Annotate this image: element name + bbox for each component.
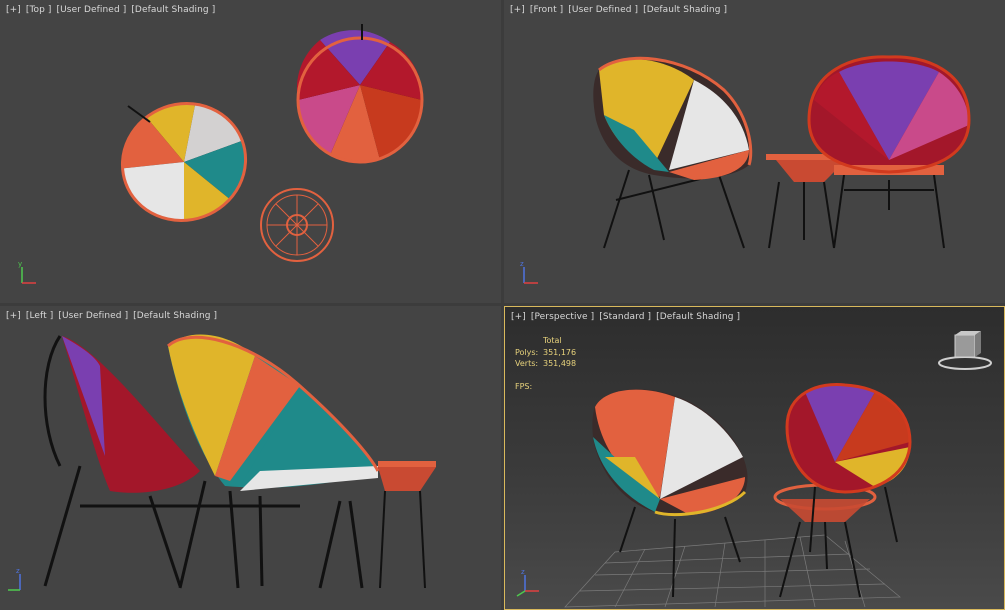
viewcube-icon[interactable] — [938, 331, 992, 370]
chair-leg — [127, 105, 151, 123]
chair-model-1[interactable] — [593, 56, 753, 249]
svg-text:z: z — [16, 567, 20, 575]
chair-model-2[interactable] — [807, 55, 971, 249]
viewport-top[interactable]: [+] [Top ] [User Defined ] [Default Shad… — [0, 0, 501, 303]
axis-tripod-icon: z — [516, 568, 539, 597]
viewport-layout: [+] [Top ] [User Defined ] [Default Shad… — [0, 0, 1005, 610]
chair-model-1[interactable] — [592, 389, 748, 598]
chair-model-2[interactable] — [785, 383, 912, 553]
viewport-left[interactable]: [+] [Left ] [User Defined ] [Default Sha… — [0, 306, 501, 610]
chair-model-1[interactable] — [106, 86, 262, 237]
viewport-perspective[interactable]: [+] [Perspective ] [Standard ] [Default … — [504, 306, 1005, 610]
left-view-scene: z — [8, 334, 436, 591]
viewport-front[interactable]: [+] [Front ] [User Defined ] [Default Sh… — [504, 0, 1005, 303]
side-table-model[interactable] — [773, 483, 877, 598]
perspective-view-scene: z — [516, 331, 992, 608]
axis-tripod-icon: y — [18, 260, 36, 284]
svg-text:z: z — [520, 260, 524, 268]
front-view-scene: z — [520, 55, 971, 284]
chair-model-2[interactable] — [296, 30, 424, 164]
axis-tripod-icon: z — [520, 260, 538, 284]
top-view-scene: y — [18, 24, 424, 284]
svg-text:z: z — [521, 568, 525, 576]
axis-tripod-icon: z — [8, 567, 21, 591]
side-table-model[interactable] — [260, 188, 334, 262]
svg-text:y: y — [18, 260, 22, 268]
chair-model-1[interactable] — [166, 334, 380, 589]
side-table-model[interactable] — [378, 461, 436, 589]
